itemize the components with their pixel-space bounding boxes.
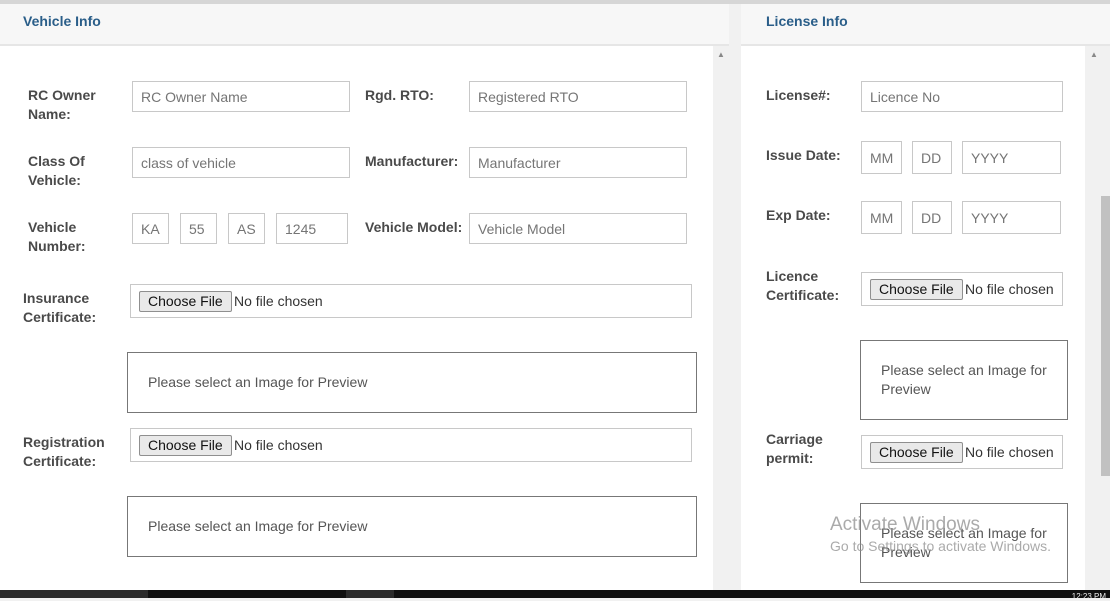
- issue-date-label: Issue Date:: [766, 147, 841, 163]
- insurance-image-preview: Please select an Image for Preview: [127, 352, 697, 413]
- activate-windows-subtitle: Go to Settings to activate Windows.: [830, 538, 1051, 554]
- registration-file-status: No file chosen: [234, 437, 323, 453]
- taskbar: [0, 590, 1110, 598]
- manufacturer-label: Manufacturer:: [365, 153, 459, 169]
- vehicle-number-series-input[interactable]: [228, 213, 265, 244]
- carriage-permit-label: Carriage permit:: [766, 431, 823, 466]
- licence-certificate-label: Licence Certificate:: [766, 268, 840, 303]
- license-info-panel: License Info License#: Issue Date: Exp D…: [741, 4, 1110, 590]
- registration-file-input[interactable]: Choose File No file chosen: [130, 428, 692, 462]
- license-info-header: License Info: [741, 4, 1110, 46]
- exp-date-year-input[interactable]: [962, 201, 1061, 234]
- licence-image-preview: Please select an Image for Preview: [860, 340, 1068, 420]
- insurance-choose-file-button[interactable]: Choose File: [139, 291, 232, 312]
- insurance-file-input[interactable]: Choose File No file chosen: [130, 284, 692, 318]
- licence-file-status: No file chosen: [965, 281, 1054, 297]
- license-scroll-thumb[interactable]: [1101, 196, 1110, 476]
- carriage-permit-file-input[interactable]: Choose File No file chosen: [861, 435, 1063, 469]
- license-info-title: License Info: [766, 13, 848, 29]
- taskbar-clock: 12:23 PM: [1071, 592, 1106, 601]
- insurance-certificate-label: Insurance Certificate:: [23, 290, 97, 325]
- scroll-up-arrow-icon[interactable]: ▲: [717, 50, 725, 59]
- rgd-rto-label: Rgd. RTO:: [365, 87, 434, 103]
- rc-owner-label: RC Owner Name:: [28, 87, 96, 122]
- vehicle-number-state-input[interactable]: [132, 213, 169, 244]
- vehicle-scrollbar[interactable]: ▲: [713, 46, 729, 590]
- vehicle-info-header: Vehicle Info: [0, 4, 729, 46]
- vehicle-number-label: Vehicle Number:: [28, 219, 86, 254]
- rgd-rto-input[interactable]: [469, 81, 687, 112]
- exp-date-day-input[interactable]: [912, 201, 952, 234]
- vehicle-model-label: Vehicle Model:: [365, 219, 463, 235]
- class-of-vehicle-label: Class Of Vehicle:: [28, 153, 85, 188]
- activate-windows-title: Activate Windows: [830, 514, 980, 535]
- insurance-file-status: No file chosen: [234, 293, 323, 309]
- carriage-choose-file-button[interactable]: Choose File: [870, 442, 963, 463]
- taskbar-segment[interactable]: [346, 590, 394, 598]
- manufacturer-input[interactable]: [469, 147, 687, 178]
- vehicle-info-panel: Vehicle Info RC Owner Name: Rgd. RTO: Cl…: [0, 4, 729, 590]
- class-of-vehicle-input[interactable]: [132, 147, 350, 178]
- carriage-file-status: No file chosen: [965, 444, 1054, 460]
- exp-date-month-input[interactable]: [861, 201, 902, 234]
- registration-choose-file-button[interactable]: Choose File: [139, 435, 232, 456]
- exp-date-label: Exp Date:: [766, 207, 831, 223]
- issue-date-year-input[interactable]: [962, 141, 1061, 174]
- vehicle-info-title: Vehicle Info: [23, 13, 101, 29]
- vehicle-number-digits-input[interactable]: [276, 213, 348, 244]
- rc-owner-input[interactable]: [132, 81, 350, 112]
- license-number-label: License#:: [766, 87, 831, 103]
- vehicle-number-district-input[interactable]: [180, 213, 217, 244]
- issue-date-month-input[interactable]: [861, 141, 902, 174]
- issue-date-day-input[interactable]: [912, 141, 952, 174]
- license-scroll-up-arrow-icon[interactable]: ▲: [1090, 50, 1098, 59]
- taskbar-segment[interactable]: [0, 590, 148, 598]
- licence-choose-file-button[interactable]: Choose File: [870, 279, 963, 300]
- licence-certificate-file-input[interactable]: Choose File No file chosen: [861, 272, 1063, 306]
- registration-certificate-label: Registration Certificate:: [23, 434, 105, 469]
- license-number-input[interactable]: [861, 81, 1063, 112]
- vehicle-model-input[interactable]: [469, 213, 687, 244]
- registration-image-preview: Please select an Image for Preview: [127, 496, 697, 557]
- license-scrollbar[interactable]: ▲: [1085, 46, 1110, 590]
